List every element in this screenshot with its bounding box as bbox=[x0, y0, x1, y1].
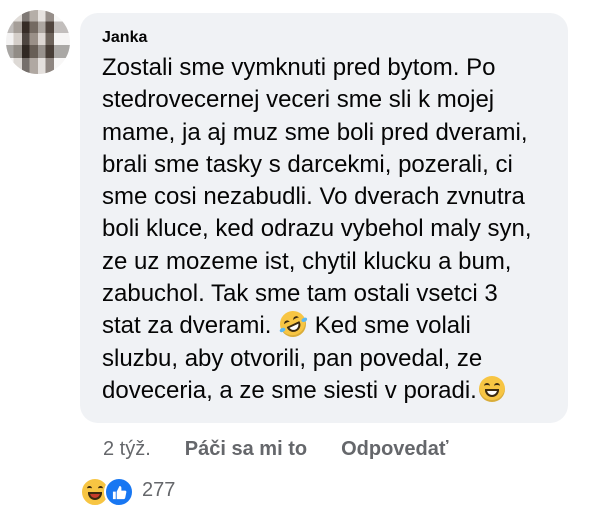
comment-timestamp[interactable]: 2 týž. bbox=[103, 435, 151, 463]
comment-bubble: Janka Zostali sme vymknuti pred bytom. P… bbox=[80, 13, 568, 423]
comment-line: ze uz mozeme ist, chytil klucku a bum, bbox=[102, 247, 512, 275]
comment-text: Zostali sme vymknuti pred bytom. Po sted… bbox=[102, 52, 546, 407]
comment-actions: 2 týž. Páči sa mi to Odpovedať bbox=[103, 435, 482, 463]
comment-line: sluzbu, aby otvorili, pan povedal, ze bbox=[102, 344, 483, 372]
comment-line: stedrovecernej veceri sme sli k mojej bbox=[102, 86, 495, 114]
reaction-icons bbox=[80, 476, 134, 507]
reaction-summary[interactable]: 277 bbox=[80, 476, 176, 507]
comment-line: Zostali sme vymknuti pred bytom. Po bbox=[102, 54, 496, 81]
comment-author[interactable]: Janka bbox=[102, 28, 546, 48]
like-reaction-icon bbox=[104, 477, 134, 507]
comment-line: stat za dverami. Ked sme volali bbox=[102, 307, 546, 342]
avatar[interactable] bbox=[6, 10, 70, 74]
comment-line: zabuchol. Tak sme tam ostali vsetci 3 bbox=[102, 280, 498, 308]
like-button[interactable]: Páči sa mi to bbox=[185, 435, 307, 463]
comment-line: mame, ja aj muz sme boli pred dverami, bbox=[102, 118, 528, 146]
comment-line-part: doveceria, a ze sme siesti v poradi. bbox=[102, 376, 477, 404]
grinning-face-icon bbox=[478, 375, 505, 402]
comment-line-part: Ked sme volali bbox=[308, 312, 471, 340]
rofl-face-icon bbox=[275, 307, 311, 342]
reaction-count: 277 bbox=[142, 478, 176, 501]
comment-line: sme cosi nezabudli. Vo dverach zvnutra bbox=[102, 183, 525, 211]
comment-line: doveceria, a ze sme siesti v poradi. bbox=[102, 375, 546, 407]
comment-line: brali sme tasky s darcekmi, pozerali, ci bbox=[102, 150, 513, 178]
comment-line: boli kluce, ked odrazu vybehol maly syn, bbox=[102, 215, 532, 243]
reply-button[interactable]: Odpovedať bbox=[341, 435, 448, 463]
comment-line-part: stat za dverami. bbox=[102, 312, 279, 340]
